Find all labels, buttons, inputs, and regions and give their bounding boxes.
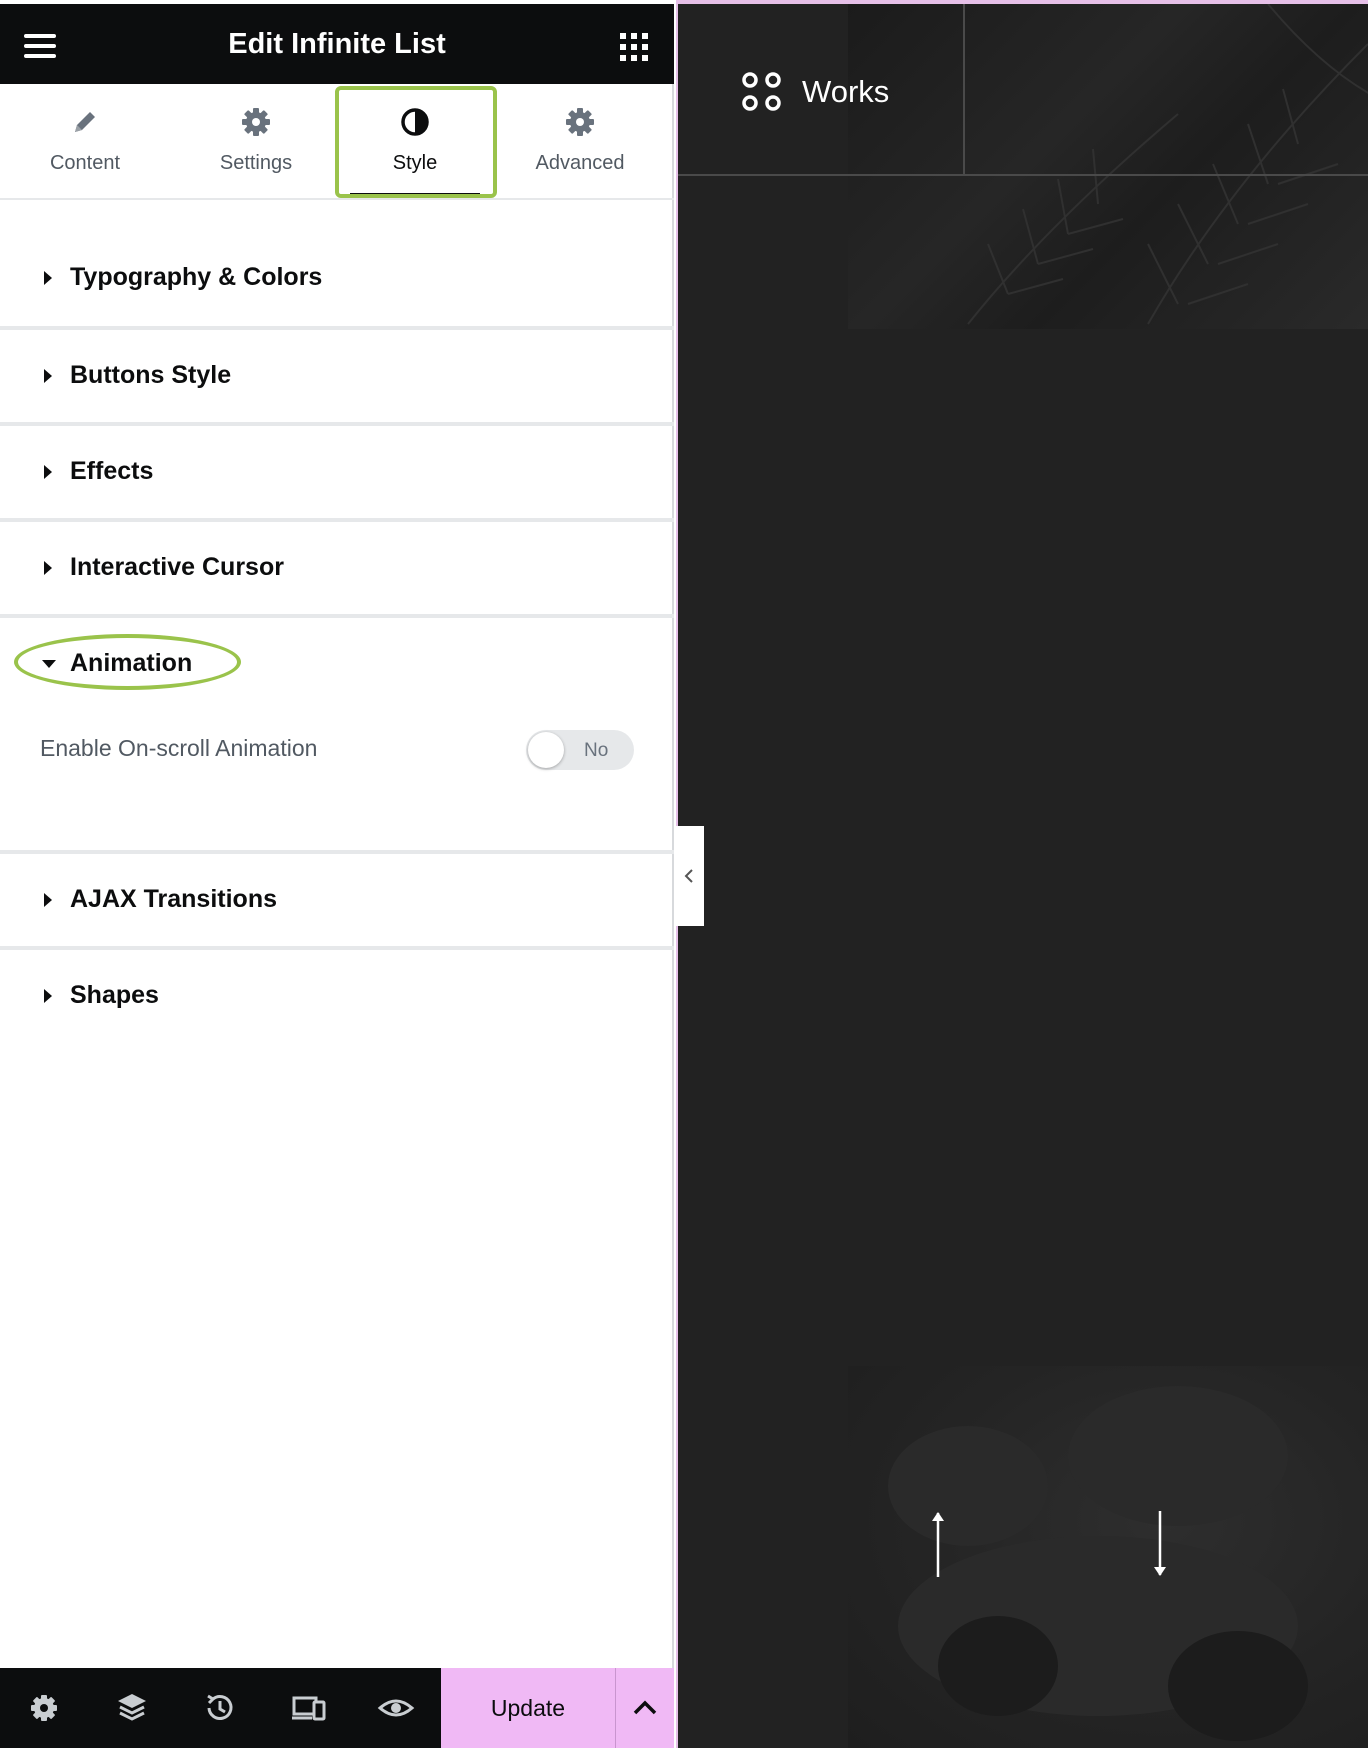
- update-button[interactable]: Update: [441, 1668, 615, 1748]
- tab-advanced[interactable]: Advanced: [488, 84, 672, 200]
- page-preview: Works: [676, 0, 1368, 1748]
- caret-right-icon: [44, 271, 52, 285]
- tab-settings-label: Settings: [219, 152, 293, 174]
- section-ajax-transitions[interactable]: AJAX Transitions: [0, 854, 674, 950]
- section-title: Buttons Style: [70, 361, 232, 389]
- panel-tabs: Content Settings Style Advanced: [0, 84, 674, 200]
- panel-footer: Update: [0, 1668, 674, 1748]
- tab-style-label: Style: [392, 152, 438, 174]
- tab-advanced-label: Advanced: [535, 152, 625, 174]
- caret-right-icon: [44, 989, 52, 1003]
- panel-title: Edit Infinite List: [228, 28, 446, 60]
- on-scroll-animation-toggle[interactable]: No: [526, 730, 634, 770]
- toggle-value: No: [584, 740, 609, 761]
- half-circle-icon: [401, 108, 429, 136]
- four-circles-icon[interactable]: [740, 70, 784, 114]
- section-title: Typography & Colors: [70, 263, 323, 291]
- tab-settings[interactable]: Settings: [170, 84, 342, 200]
- section-interactive-cursor[interactable]: Interactive Cursor: [0, 522, 674, 618]
- widgets-grid-icon[interactable]: [620, 33, 648, 61]
- caret-down-icon: [42, 660, 56, 668]
- caret-right-icon: [44, 893, 52, 907]
- motorcycle-background-image: [848, 1366, 1368, 1748]
- works-nav-link[interactable]: Works: [802, 74, 889, 110]
- arrow-down-icon[interactable]: [1150, 1509, 1170, 1579]
- section-typography-colors[interactable]: Typography & Colors: [0, 200, 674, 330]
- chevron-left-icon: [684, 869, 693, 883]
- tab-style[interactable]: Style: [342, 84, 488, 200]
- eye-icon[interactable]: [376, 1688, 416, 1728]
- layers-icon[interactable]: [112, 1688, 152, 1728]
- section-title: Animation: [70, 649, 193, 677]
- history-icon[interactable]: [200, 1688, 240, 1728]
- chevron-up-icon: [633, 1700, 657, 1715]
- section-effects[interactable]: Effects: [0, 426, 674, 522]
- pencil-icon: [75, 112, 95, 132]
- on-scroll-animation-label: Enable On-scroll Animation: [40, 735, 318, 761]
- header-divider: [963, 4, 965, 176]
- collapse-panel-button[interactable]: [674, 826, 704, 926]
- arrow-up-icon[interactable]: [928, 1509, 948, 1579]
- section-title: Effects: [70, 457, 154, 485]
- gear-icon: [566, 108, 594, 136]
- section-buttons-style[interactable]: Buttons Style: [0, 330, 674, 426]
- section-title: Shapes: [70, 981, 159, 1009]
- tab-content[interactable]: Content: [0, 84, 170, 200]
- section-title: AJAX Transitions: [70, 885, 277, 913]
- header-bottom-border: [678, 174, 1368, 176]
- gear-icon: [242, 108, 270, 136]
- update-options-button[interactable]: [615, 1668, 674, 1748]
- header-background-image: [848, 4, 1368, 329]
- toggle-knob: [528, 732, 564, 768]
- caret-right-icon: [44, 561, 52, 575]
- gear-icon[interactable]: [24, 1688, 64, 1728]
- editor-panel: Edit Infinite List Content Settings Styl…: [0, 0, 674, 1748]
- caret-right-icon: [44, 369, 52, 383]
- caret-right-icon: [44, 465, 52, 479]
- responsive-icon[interactable]: [288, 1688, 328, 1728]
- panel-header: Edit Infinite List: [0, 4, 674, 84]
- section-shapes[interactable]: Shapes: [0, 950, 674, 1046]
- section-title: Interactive Cursor: [70, 553, 284, 581]
- active-tab-underline: [350, 193, 480, 196]
- tab-content-label: Content: [49, 152, 121, 174]
